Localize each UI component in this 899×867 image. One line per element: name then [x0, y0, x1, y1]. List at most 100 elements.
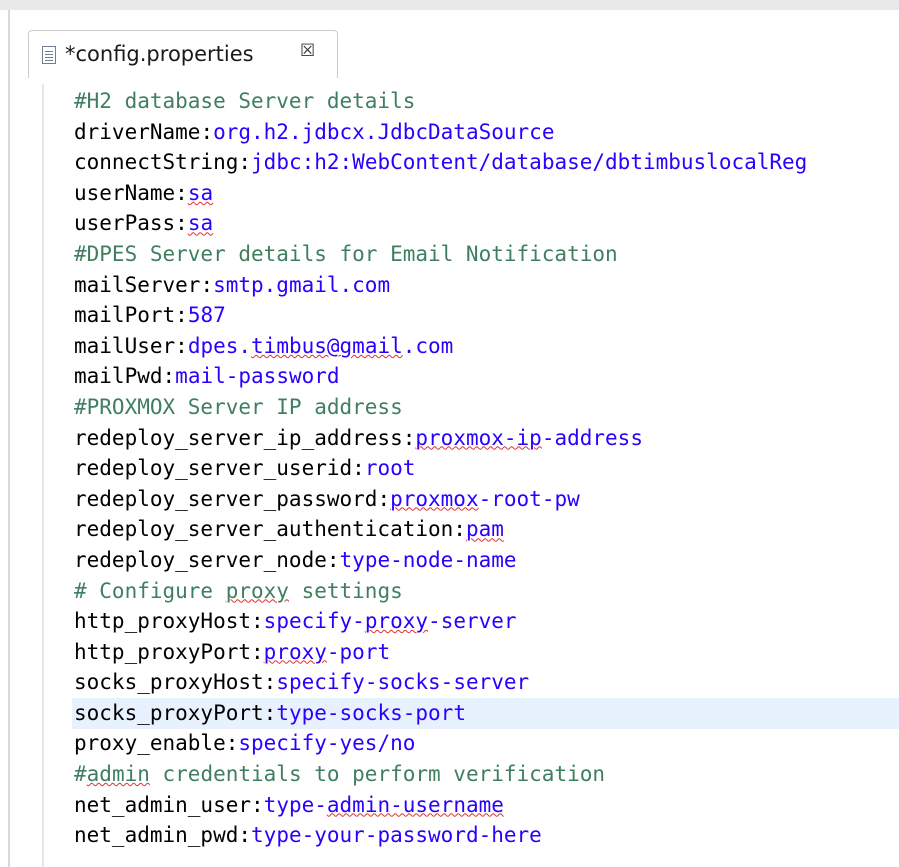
property-line[interactable]: redeploy_server_authentication:pam — [74, 514, 807, 545]
spelling-squiggle: timbus@gmail — [251, 333, 403, 358]
property-value: sa — [188, 211, 213, 235]
key-value-separator: : — [238, 150, 252, 175]
key-value-separator: : — [238, 823, 252, 848]
property-value: type-your-password-here — [251, 823, 542, 848]
window-top-strip — [0, 0, 899, 10]
property-value: root — [364, 456, 416, 481]
property-value: type-node-name — [339, 547, 517, 572]
editor-window: *config.properties ☒ #H2 database Server… — [0, 0, 899, 867]
key-value-separator: : — [200, 272, 214, 297]
comment-text: #H2 database Server details — [74, 89, 416, 113]
key-value-separator: : — [263, 670, 277, 695]
key-value-separator: : — [352, 456, 365, 481]
spelling-squiggle: sa — [187, 211, 214, 236]
property-line[interactable]: mailPort:587 — [74, 300, 807, 331]
property-key: userPass — [74, 211, 176, 236]
property-key: userName — [74, 180, 176, 205]
key-value-separator: : — [175, 303, 188, 328]
key-value-separator: : — [175, 180, 188, 205]
property-line[interactable]: net_admin_pwd:type-your-password-here — [74, 820, 807, 851]
tab-config-properties[interactable]: *config.properties ☒ — [28, 30, 338, 78]
property-line[interactable]: driverName:org.h2.jdbcx.JdbcDataSource — [74, 117, 807, 148]
spelling-squiggle: proxy — [263, 639, 327, 664]
comment-text: #DPES Server details for Email Notificat… — [74, 241, 618, 266]
property-value: specify-yes/no — [238, 731, 416, 756]
key-value-separator: : — [175, 211, 188, 236]
property-value: sa — [188, 181, 213, 205]
key-value-separator: : — [377, 486, 391, 511]
editor-gutter — [42, 84, 44, 867]
comment-text: #admin credentials to perform verificati… — [74, 762, 606, 787]
property-line[interactable]: redeploy_server_userid:root — [74, 453, 807, 484]
property-key: redeploy_server_userid — [74, 456, 353, 481]
property-line[interactable]: mailUser:dpes.timbus@gmail.com — [74, 331, 807, 362]
property-line[interactable]: userPass:sa — [74, 208, 807, 239]
property-line[interactable]: socks_proxyPort:type-socks-port — [74, 698, 807, 729]
property-key: http_proxyHost — [74, 609, 252, 634]
property-key: socks_proxyPort — [74, 700, 264, 725]
property-value: smtp.gmail.com — [213, 272, 391, 297]
property-key: proxy_enable — [74, 731, 226, 756]
property-key: mailUser — [74, 333, 176, 358]
editor-tab-bar: *config.properties ☒ — [10, 10, 899, 78]
property-value: jdbc:h2:WebContent/database/dbtimbusloca… — [251, 150, 808, 175]
key-value-separator: : — [263, 700, 277, 725]
property-value: type-admin-username — [263, 792, 504, 817]
property-key: mailPort — [74, 303, 176, 328]
property-value: dpes.timbus@gmail.com — [187, 333, 454, 358]
comment-text: #PROXMOX Server IP address — [74, 394, 403, 419]
property-value: 587 — [187, 303, 226, 328]
property-line[interactable]: mailServer:smtp.gmail.com — [74, 270, 807, 301]
property-value: specify-socks-server — [276, 670, 530, 695]
property-value: proxmox-ip-address — [415, 425, 643, 450]
key-value-separator: : — [402, 425, 416, 450]
property-line[interactable]: redeploy_server_password:proxmox-root-pw — [74, 484, 807, 515]
property-line[interactable]: net_admin_user:type-admin-username — [74, 790, 807, 821]
property-key: net_admin_pwd — [74, 823, 239, 848]
key-value-separator: : — [326, 547, 340, 572]
key-value-separator: : — [162, 364, 176, 389]
comment-line[interactable]: #PROXMOX Server IP address — [74, 392, 807, 423]
key-value-separator: : — [453, 517, 466, 542]
comment-line[interactable]: #H2 database Server details — [74, 86, 807, 117]
spelling-squiggle: proxmox — [390, 486, 479, 511]
property-value: type-socks-port — [276, 700, 466, 725]
property-line[interactable]: redeploy_server_node:type-node-name — [74, 545, 807, 576]
key-value-separator: : — [251, 609, 264, 634]
property-value: org.h2.jdbcx.JdbcDataSource — [213, 119, 555, 144]
property-value: mail-password — [175, 364, 340, 389]
property-key: net_admin_user — [74, 792, 252, 817]
property-value: proxmox-root-pw — [390, 486, 580, 511]
property-line[interactable]: http_proxyPort:proxy-port — [74, 637, 807, 668]
property-key: redeploy_server_node — [74, 547, 327, 572]
property-line[interactable]: http_proxyHost:specify-proxy-server — [74, 606, 807, 637]
property-line[interactable]: proxy_enable:specify-yes/no — [74, 728, 807, 759]
comment-line[interactable]: # Configure proxy settings — [74, 576, 807, 607]
close-icon[interactable]: ☒ — [300, 41, 315, 61]
key-value-separator: : — [251, 639, 264, 664]
property-value: pam — [466, 517, 504, 541]
property-key: mailPwd — [74, 364, 163, 389]
property-key: redeploy_server_password — [74, 486, 378, 511]
property-key: mailServer — [74, 272, 201, 297]
property-value: proxy-port — [263, 639, 391, 664]
key-value-separator: : — [225, 731, 239, 756]
property-line[interactable]: connectString:jdbc:h2:WebContent/databas… — [74, 147, 807, 178]
key-value-separator: : — [200, 119, 214, 144]
property-key: http_proxyPort — [74, 639, 252, 664]
key-value-separator: : — [251, 792, 264, 817]
spelling-squiggle: sa — [187, 180, 214, 205]
properties-file-icon — [42, 46, 56, 64]
code-lines[interactable]: #H2 database Server details driverName:or… — [74, 86, 807, 851]
property-key: redeploy_server_ip_address — [74, 425, 403, 450]
text-editor[interactable]: #H2 database Server details driverName:or… — [10, 78, 899, 867]
spelling-squiggle: pam — [465, 517, 504, 542]
property-key: connectString — [74, 150, 239, 175]
property-line[interactable]: redeploy_server_ip_address:proxmox-ip-ad… — [74, 423, 807, 454]
tab-title: *config.properties — [65, 42, 254, 66]
comment-line[interactable]: #DPES Server details for Email Notificat… — [74, 239, 807, 270]
property-line[interactable]: userName:sa — [74, 178, 807, 209]
property-line[interactable]: socks_proxyHost:specify-socks-server — [74, 667, 807, 698]
property-line[interactable]: mailPwd:mail-password — [74, 361, 807, 392]
comment-line[interactable]: #admin credentials to perform verificati… — [74, 759, 807, 790]
